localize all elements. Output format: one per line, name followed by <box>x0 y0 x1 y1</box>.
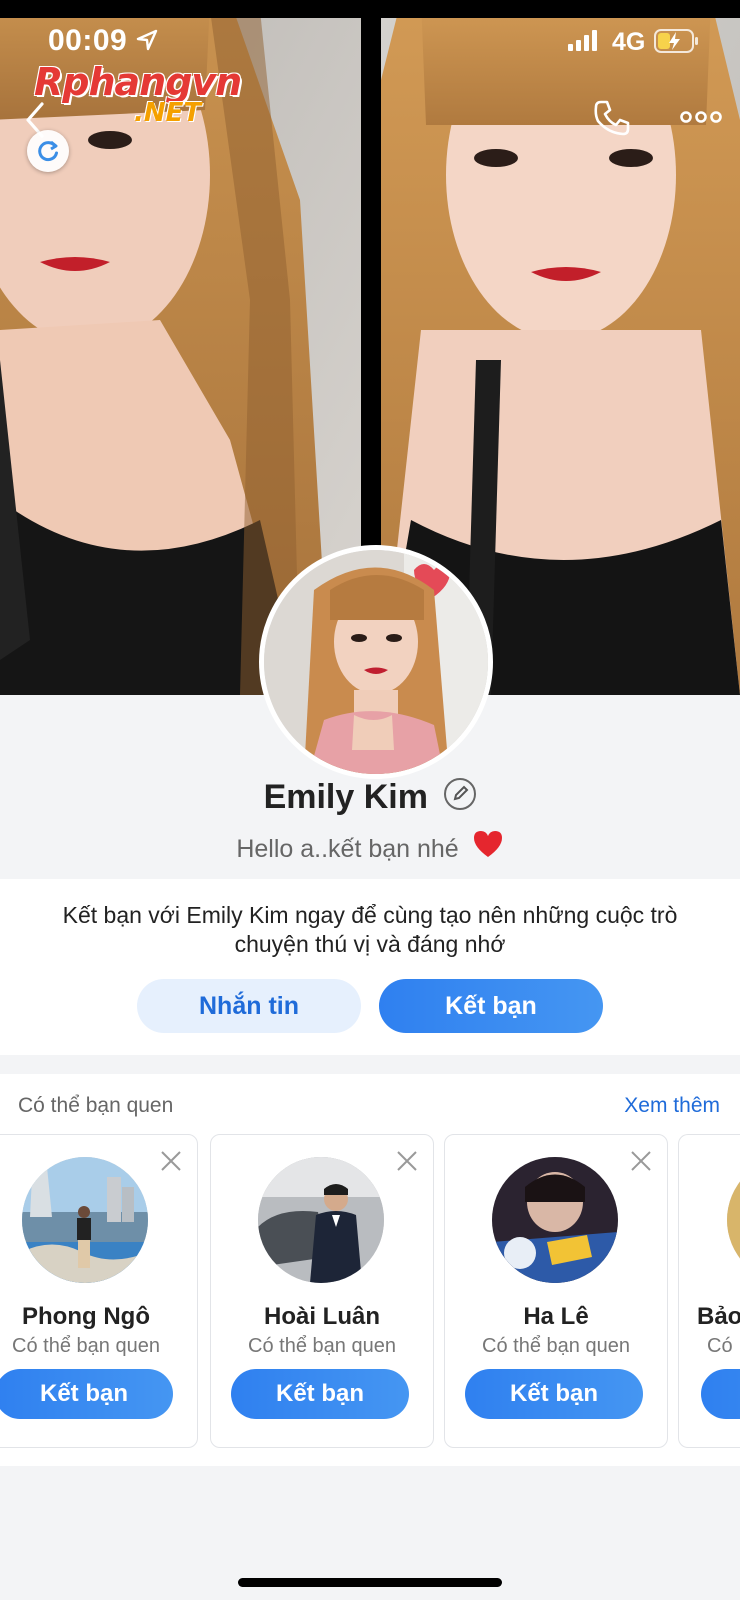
close-icon[interactable] <box>395 1149 419 1178</box>
phone-icon[interactable] <box>592 98 632 143</box>
suggestions-title: Có thể bạn quen <box>18 1094 174 1117</box>
status-bar-strip <box>0 0 740 18</box>
profile-bio-text: Hello a..kết bạn nhé <box>236 835 459 864</box>
suggestion-card[interactable]: Hoài Luân Có thể bạn quen Kết bạn <box>210 1134 434 1448</box>
suggestion-avatar[interactable] <box>258 1157 384 1283</box>
watermark-sub: .NET <box>134 98 202 128</box>
profile-avatar[interactable] <box>259 545 493 779</box>
suggestion-add-button[interactable] <box>701 1369 740 1419</box>
suggestion-subtitle: Có <box>707 1335 733 1357</box>
red-heart-icon <box>472 829 504 866</box>
message-button[interactable]: Nhắn tin <box>137 979 361 1033</box>
suggestion-avatar[interactable] <box>492 1157 618 1283</box>
friend-invite-card: Kết bạn với Emily Kim ngay để cùng tạo n… <box>0 879 740 1055</box>
suggestion-subtitle: Có thể bạn quen <box>482 1335 630 1357</box>
see-more-link[interactable]: Xem thêm <box>624 1094 720 1118</box>
network-type: 4G <box>612 28 646 56</box>
suggestion-subtitle: Có thể bạn quen <box>248 1335 396 1357</box>
battery-charging-icon <box>654 29 700 58</box>
profile-name: Emily Kim <box>263 778 428 816</box>
close-icon[interactable] <box>629 1149 653 1178</box>
friend-suggestions: Có thể bạn quen Xem thêm Phong Ngô Có th… <box>0 1074 740 1466</box>
signal-bars-icon <box>568 30 600 57</box>
watermark-logo: Rphangvn .NET <box>34 60 274 130</box>
suggestion-subtitle: Có thể bạn quen <box>12 1335 160 1357</box>
edit-pencil-icon[interactable] <box>444 777 477 810</box>
location-arrow-icon <box>136 29 158 56</box>
status-time: 00:09 <box>48 24 128 57</box>
suggestion-name: Bảo <box>697 1303 740 1330</box>
status-bar: 00:09 4G <box>0 20 740 64</box>
home-indicator[interactable] <box>238 1578 502 1587</box>
suggestion-card[interactable]: Phong Ngô Có thể bạn quen Kết bạn <box>0 1134 198 1448</box>
suggestion-add-button[interactable]: Kết bạn <box>0 1369 173 1419</box>
refresh-icon[interactable] <box>27 130 69 172</box>
more-dots-icon[interactable] <box>680 108 722 131</box>
profile-name-row: Emily Kim <box>0 777 740 817</box>
add-friend-button[interactable]: Kết bạn <box>379 979 603 1033</box>
suggestion-name: Phong Ngô <box>22 1303 150 1330</box>
profile-bio: Hello a..kết bạn nhé <box>0 829 740 869</box>
suggestion-add-button[interactable]: Kết bạn <box>465 1369 643 1419</box>
close-icon[interactable] <box>159 1149 183 1178</box>
suggestion-add-button[interactable]: Kết bạn <box>231 1369 409 1419</box>
suggestion-avatar[interactable] <box>22 1157 148 1283</box>
suggestion-name: Hoài Luân <box>263 1303 380 1330</box>
suggestion-card[interactable]: Ha Lê Có thể bạn quen Kết bạn <box>444 1134 668 1448</box>
invite-text: Kết bạn với Emily Kim ngay để cùng tạo n… <box>62 902 678 957</box>
suggestion-avatar[interactable] <box>727 1157 740 1283</box>
suggestion-card[interactable]: Bảo Có <box>678 1134 740 1448</box>
suggestion-name: Ha Lê <box>523 1303 589 1330</box>
